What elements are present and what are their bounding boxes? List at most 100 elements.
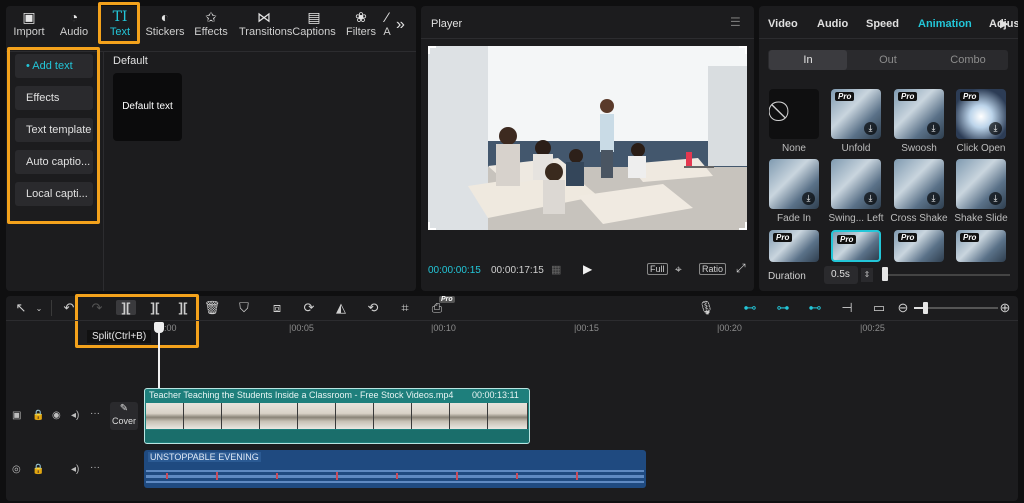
download-icon: ⤓ [989,192,1002,205]
magnet-icon[interactable]: ⊷ [741,300,759,316]
inspector-tab-animation[interactable]: Animation [918,18,972,30]
clip-audio-strip [145,430,529,442]
anim-swing-left[interactable]: ⤓ [831,159,881,209]
tab-audio[interactable]: ◔ Audio [51,8,97,38]
video-preview[interactable] [428,46,747,230]
track-more-icon[interactable]: ··· [90,408,100,419]
more-tabs-button[interactable]: » [396,16,405,34]
anim-tile[interactable]: Pro [769,230,819,262]
timeline-header-sep [6,320,1018,321]
anim-unfold[interactable]: Pro ⤓ [831,89,881,139]
audio-clip[interactable]: UNSTOPPABLE EVENING [144,450,646,488]
split-tooltip: Split(Ctrl+B) [87,330,152,343]
segment-in[interactable]: In [769,50,847,70]
pro-badge: Pro [960,233,980,242]
anim-shake-slide[interactable]: ⤓ [956,159,1006,209]
download-icon: ⤓ [864,122,877,135]
track-more-icon[interactable]: ··· [90,462,100,473]
default-text-label: Default text [122,101,173,112]
zoom-slider-handle[interactable] [923,302,928,314]
select-dropdown-icon[interactable]: ⌄ [30,304,48,313]
audio-waveform [146,470,644,483]
tab-import[interactable]: ▣ Import [6,8,52,38]
player-menu-icon[interactable]: ☰ [730,15,741,29]
track-lock-icon[interactable]: 🔒 [32,464,44,475]
zoom-out-icon[interactable]: ⊖ [894,300,912,316]
duration-label: Duration [768,271,806,282]
crop-icon[interactable]: ⌗ [396,300,414,316]
play-button[interactable]: ▶ [583,262,592,276]
clip-thumbnail [222,403,260,429]
duration-slider-handle[interactable] [882,267,888,281]
inspector-tab-audio[interactable]: Audio [817,18,848,30]
zoom-in-icon[interactable]: ⊕ [996,300,1014,316]
split-preview-icon[interactable]: ⊣ [838,300,856,316]
anim-click-open[interactable]: Pro ⤓ [956,89,1006,139]
tab-stickers[interactable]: ◐ Stickers [142,8,188,38]
tab-transitions[interactable]: ⋈ Transitions [239,8,292,38]
text-tab-highlight [98,2,140,44]
clip-thumbnail [298,403,336,429]
tab-label: Effects [194,26,228,38]
tab-effects[interactable]: ✩ Effects [188,8,234,38]
preview-axis-icon[interactable]: ⊷ [806,300,824,316]
track-lock-icon[interactable]: 🔒 [32,410,44,421]
select-tool-icon[interactable]: ↖ [12,300,30,316]
tab-label: A [383,26,391,38]
freeze-icon[interactable]: ⧈ [268,300,286,316]
full-button[interactable]: Full [647,263,668,275]
tab-adjust[interactable]: ⁄ A [380,8,394,38]
inspector-tab-video[interactable]: Video [768,18,798,30]
default-text-card[interactable]: Default text [113,73,182,141]
reverse-icon[interactable]: ⟳ [300,300,318,316]
mirror-icon[interactable]: ◭ [332,300,350,316]
track-volume-icon[interactable]: ◂) [71,464,79,475]
tab-filters[interactable]: ❀ Filters [338,8,384,38]
track-eye-icon[interactable]: ◉ [52,410,61,421]
anim-swoosh[interactable]: Pro ⤓ [894,89,944,139]
anim-cross-shake[interactable]: ⤓ [894,159,944,209]
pro-badge: Pro [898,233,918,242]
anim-label: Swoosh [901,143,937,154]
effects-icon: ✩ [205,9,217,25]
sidebar-highlight [7,47,100,224]
track-volume-icon[interactable]: ◂) [71,410,79,421]
ruler-label: |00:10 [431,323,456,333]
ratio-button[interactable]: Ratio [699,263,727,275]
segment-combo[interactable]: Combo [929,50,1007,70]
focus-icon[interactable]: ⌖ [675,262,682,277]
screen-icon[interactable]: ▭ [870,300,888,316]
clip-thumbnail [184,403,222,429]
transitions-icon: ⋈ [257,9,271,25]
sidebar-divider [103,52,104,291]
anim-tile[interactable]: Pro [831,230,881,262]
link-icon[interactable]: ⊶ [774,300,792,316]
cover-button[interactable]: ✎ Cover [110,402,138,430]
pro-badge: Pro [773,233,793,242]
filters-icon: ❀ [355,9,367,25]
anim-tile[interactable]: Pro [956,230,1006,262]
stickers-icon: ◐ [160,9,170,25]
duration-stepper-icon[interactable]: ⇕ [861,268,873,282]
inspector-scroll-icon[interactable]: ▶ [1000,17,1008,30]
fullscreen-icon[interactable]: ⤢ [736,261,746,276]
track-audio-icon: ◎ [12,464,21,475]
inspector-tab-speed[interactable]: Speed [866,18,899,30]
toolbar-sep [51,300,52,316]
anim-none[interactable]: ⃠ [769,89,819,139]
timeline-grid-icon[interactable]: ▦ [551,263,561,276]
tab-captions[interactable]: ▤ Captions [291,8,337,38]
duration-input[interactable]: 0.5s [824,266,858,284]
microphone-icon[interactable]: 🎙 [697,300,715,316]
tab-label: Captions [292,26,336,38]
rotate-icon[interactable]: ⟲ [364,300,382,316]
anim-tile[interactable]: Pro [894,230,944,262]
duration-slider[interactable] [882,274,1010,276]
anim-label: Cross Shake [890,213,948,224]
playhead-handle[interactable] [154,322,164,333]
marker-icon[interactable]: ⛉ [235,300,253,316]
segment-out[interactable]: Out [849,50,927,70]
anim-label: Swing... Left [828,213,884,224]
delete-icon[interactable]: 🗑 [203,300,221,316]
anim-fade-in[interactable]: ⤓ [769,159,819,209]
